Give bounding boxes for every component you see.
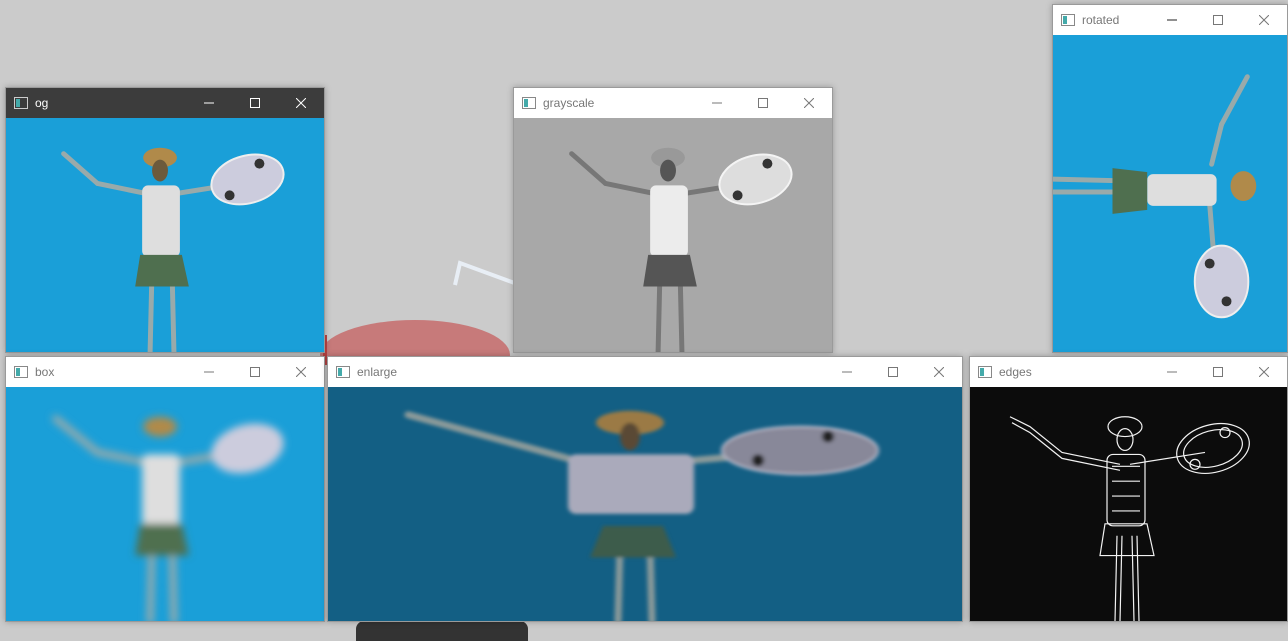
- image-view: [514, 118, 832, 352]
- window-box[interactable]: box: [5, 356, 325, 622]
- app-icon: [1061, 14, 1075, 26]
- close-icon: [934, 367, 944, 377]
- window-enlarge[interactable]: enlarge: [327, 356, 963, 622]
- app-icon: [14, 97, 28, 109]
- close-icon: [804, 98, 814, 108]
- image-view: [6, 387, 324, 621]
- image-view: [970, 387, 1287, 621]
- close-button[interactable]: [916, 357, 962, 387]
- close-button[interactable]: [278, 88, 324, 118]
- title-bar[interactable]: enlarge: [328, 357, 962, 387]
- maximize-button[interactable]: [1195, 357, 1241, 387]
- edge-detected-photo: [970, 387, 1287, 621]
- window-grayscale[interactable]: grayscale: [513, 87, 833, 353]
- maximize-icon: [1213, 15, 1223, 25]
- app-icon: [978, 366, 992, 378]
- window-title: edges: [999, 365, 1032, 379]
- image-view: [328, 387, 962, 621]
- minimize-button[interactable]: [694, 88, 740, 118]
- close-icon: [1259, 15, 1269, 25]
- window-title: grayscale: [543, 96, 595, 110]
- enlarged-photo: [328, 387, 962, 621]
- window-edges[interactable]: edges: [969, 356, 1288, 622]
- title-bar[interactable]: grayscale: [514, 88, 832, 118]
- minimize-icon: [1167, 19, 1177, 21]
- minimize-button[interactable]: [824, 357, 870, 387]
- close-button[interactable]: [786, 88, 832, 118]
- title-bar[interactable]: rotated: [1053, 5, 1287, 35]
- maximize-button[interactable]: [232, 88, 278, 118]
- close-button[interactable]: [1241, 357, 1287, 387]
- minimize-button[interactable]: [186, 88, 232, 118]
- grayscale-photo: [514, 118, 832, 352]
- maximize-icon: [1213, 367, 1223, 377]
- close-icon: [1259, 367, 1269, 377]
- app-icon: [336, 366, 350, 378]
- minimize-button[interactable]: [1149, 357, 1195, 387]
- window-title: rotated: [1082, 13, 1120, 27]
- maximize-icon: [888, 367, 898, 377]
- maximize-icon: [758, 98, 768, 108]
- maximize-icon: [250, 367, 260, 377]
- maximize-button[interactable]: [232, 357, 278, 387]
- window-title: enlarge: [357, 365, 398, 379]
- window-title: box: [35, 365, 55, 379]
- app-icon: [14, 366, 28, 378]
- image-view: [6, 118, 324, 352]
- minimize-icon: [1167, 371, 1177, 373]
- minimize-icon: [712, 102, 722, 104]
- close-icon: [296, 98, 306, 108]
- window-title: og: [35, 96, 49, 110]
- image-view: [1053, 35, 1287, 352]
- original-photo: [6, 118, 324, 352]
- minimize-button[interactable]: [186, 357, 232, 387]
- window-rotated[interactable]: rotated: [1052, 4, 1288, 353]
- maximize-button[interactable]: [1195, 5, 1241, 35]
- window-og[interactable]: og: [5, 87, 325, 353]
- close-icon: [296, 367, 306, 377]
- close-button[interactable]: [278, 357, 324, 387]
- close-button[interactable]: [1241, 5, 1287, 35]
- maximize-button[interactable]: [870, 357, 916, 387]
- blurred-photo: [6, 387, 324, 621]
- rotated-photo: [1053, 35, 1287, 352]
- title-bar[interactable]: og: [6, 88, 324, 118]
- background-app-shape: [320, 260, 521, 365]
- minimize-icon: [204, 371, 214, 373]
- minimize-icon: [204, 102, 214, 104]
- maximize-button[interactable]: [740, 88, 786, 118]
- app-icon: [522, 97, 536, 109]
- title-bar[interactable]: box: [6, 357, 324, 387]
- title-bar[interactable]: edges: [970, 357, 1287, 387]
- minimize-button[interactable]: [1149, 5, 1195, 35]
- maximize-icon: [250, 98, 260, 108]
- taskbar-fragment: [356, 621, 528, 641]
- minimize-icon: [842, 371, 852, 373]
